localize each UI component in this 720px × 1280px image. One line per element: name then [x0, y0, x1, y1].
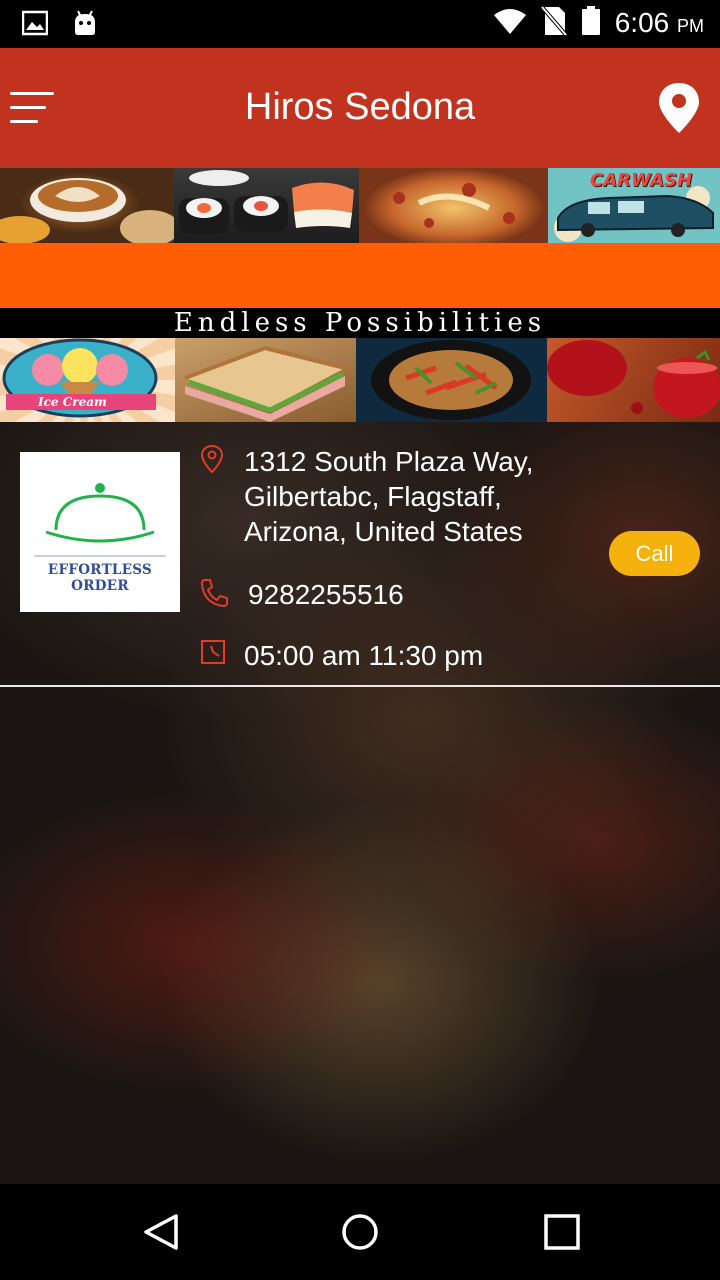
status-time: 6:06 PM — [614, 7, 704, 38]
phone-number[interactable]: 9282255516 — [248, 577, 404, 612]
pizza-image — [359, 168, 548, 243]
clock-icon — [200, 638, 226, 668]
ice-cream-image: Ice Cream — [0, 338, 175, 422]
phone-row: 9282255516 — [200, 577, 404, 612]
business-logo: EFFORTLESS ORDER — [20, 452, 180, 612]
ice-cream-text: Ice Cream — [38, 395, 107, 409]
tagline: Endless Possibilities — [173, 308, 547, 338]
battery-icon — [581, 6, 601, 40]
address-line-2: Gilbertabc, Flagstaff, — [244, 481, 502, 512]
location-pin-icon[interactable] — [656, 82, 702, 134]
back-icon[interactable] — [140, 1210, 184, 1254]
home-icon[interactable] — [338, 1210, 382, 1254]
divider — [0, 685, 720, 687]
address-line-1: 1312 South Plaza Way, — [244, 446, 534, 477]
call-button[interactable]: Call — [609, 531, 700, 576]
recents-icon[interactable] — [540, 1210, 584, 1254]
address-line-3: Arizona, United States — [244, 516, 523, 547]
banner-strip-bottom: Ice Cream — [0, 338, 720, 422]
logo-text: EFFORTLESS ORDER — [47, 562, 153, 594]
orange-band — [0, 243, 720, 308]
system-nav-bar — [0, 1184, 720, 1280]
business-info-panel: EFFORTLESS ORDER 1312 South Plaza Way, G… — [0, 422, 720, 1184]
address-row: 1312 South Plaza Way, Gilbertabc, Flagst… — [200, 444, 534, 549]
app-bar: Hiros Sedona — [0, 48, 720, 168]
location-pin-icon — [200, 444, 226, 474]
android-icon — [72, 10, 98, 40]
phone-icon — [200, 577, 228, 608]
car-wash-text: CARWASH — [590, 170, 693, 191]
sandwich-image — [175, 338, 356, 422]
page-title: Hiros Sedona — [244, 86, 476, 128]
smoothie-image — [547, 338, 720, 422]
hours-row: 05:00 am 11:30 pm — [200, 638, 483, 673]
banner-strip-top: CARWASH — [0, 168, 720, 243]
hours-text: 05:00 am 11:30 pm — [244, 640, 484, 671]
noodles-image — [356, 338, 547, 422]
latte-image — [0, 168, 174, 243]
gallery-icon — [21, 10, 49, 40]
status-bar: 6:06 PM — [0, 0, 720, 48]
car-wash-image: CARWASH — [548, 168, 720, 243]
no-sim-icon — [539, 4, 569, 40]
wifi-icon — [493, 7, 527, 39]
sushi-image — [174, 168, 359, 243]
tagline-band: Endless Possibilities — [0, 308, 720, 338]
address-text: 1312 South Plaza Way, Gilbertabc, Flagst… — [244, 444, 534, 549]
